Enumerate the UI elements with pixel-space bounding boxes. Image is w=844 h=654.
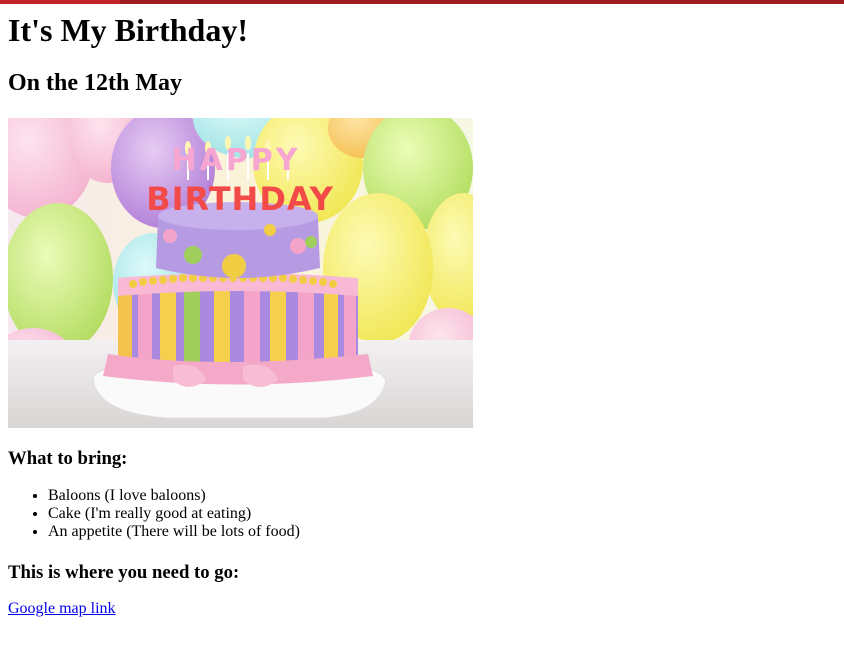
bring-list: Baloons (I love baloons) Cake (I'm reall… [8, 487, 300, 541]
date-heading: On the 12th May [8, 70, 182, 96]
birthday-cake-image: HAPPY BIRTHDAY [8, 118, 473, 428]
where-to-go-heading: This is where you need to go: [8, 562, 240, 583]
svg-text:HAPPY: HAPPY [171, 143, 300, 178]
what-to-bring-heading: What to bring: [8, 448, 128, 469]
list-item: Cake (I'm really good at eating) [48, 505, 300, 523]
svg-text:BIRTHDAY: BIRTHDAY [146, 180, 334, 218]
google-map-link[interactable]: Google map link [8, 600, 116, 618]
browser-top-bar [0, 0, 844, 4]
list-item: An appetite (There will be lots of food) [48, 523, 300, 541]
page-title: It's My Birthday! [8, 12, 248, 48]
list-item: Baloons (I love baloons) [48, 487, 300, 505]
